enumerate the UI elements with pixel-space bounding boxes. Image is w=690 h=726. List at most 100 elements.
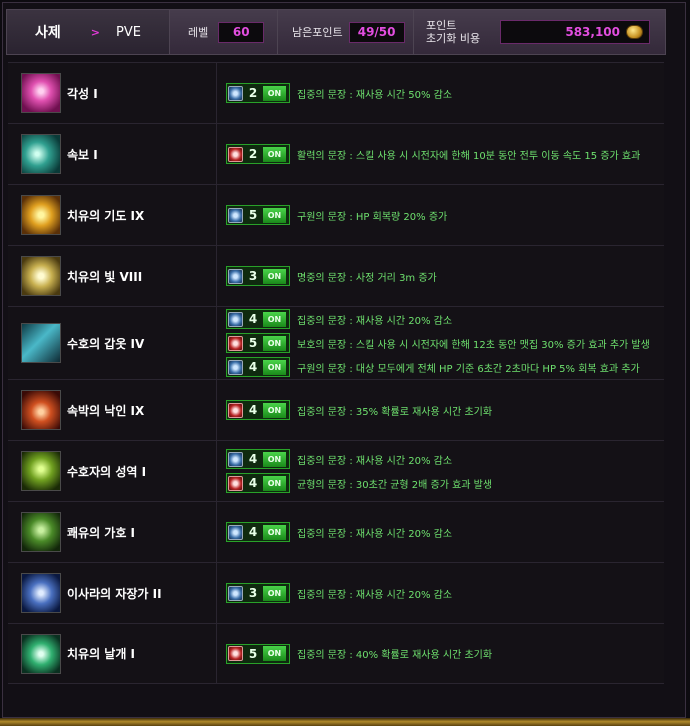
- glyph-on-badge: ON: [263, 524, 286, 540]
- blue-glyph-icon: [228, 585, 243, 601]
- glyph-level: 4: [248, 312, 258, 326]
- glyph-on-badge: ON: [263, 268, 286, 284]
- glyph-toggle-button[interactable]: 2 ON: [226, 144, 290, 164]
- red-glyph-icon: [228, 646, 243, 661]
- glyph-toggle-button[interactable]: 2 ON: [226, 83, 290, 103]
- glyph-level: 4: [248, 360, 258, 374]
- binding-mark-skill-icon[interactable]: [21, 390, 61, 430]
- healing-prayer-skill-icon[interactable]: [21, 195, 61, 235]
- glyph-description: 구원의 문장 : 대상 모두에게 전체 HP 기준 6초간 2초마다 HP 5%…: [297, 363, 640, 375]
- blue-glyph-icon: [228, 524, 243, 540]
- glyph-description: 집중의 문장 : 35% 확률로 재사용 시간 초기화: [297, 406, 493, 418]
- skill-cell: 이사라의 자장가 II: [8, 563, 217, 623]
- glyph-toggle-button[interactable]: 4 ON: [226, 357, 290, 377]
- class-name: 사제: [35, 25, 61, 41]
- mode-name: PVE: [115, 24, 141, 40]
- glyph-entry: 5 ON 구원의 문장 : HP 회복량 20% 증가: [226, 203, 664, 227]
- glyph-description: 집중의 문장 : 재사용 시간 20% 감소: [297, 589, 453, 601]
- skill-name: 치유의 빛 VIII: [67, 269, 143, 284]
- glyph-entry: 3 ON 집중의 문장 : 재사용 시간 20% 감소: [226, 581, 664, 605]
- skill-row: 치유의 빛 VIII 3 ON 명중의 문장 : 사정 거리 3m 증가: [8, 245, 664, 306]
- glyph-entry: 4 ON 균형의 문장 : 30초간 균형 2배 증가 효과 발생: [226, 471, 664, 495]
- red-glyph-icon: [228, 402, 243, 418]
- skill-cell: 수호의 갑옷 IV: [8, 307, 217, 379]
- skill-cell: 수호자의 성역 I: [8, 441, 217, 501]
- glyph-level: 2: [248, 86, 258, 100]
- level-value: 60: [218, 21, 265, 43]
- healing-light-skill-icon[interactable]: [21, 256, 61, 296]
- skill-cell: 각성 I: [8, 63, 217, 123]
- glyph-cell: 5 ON 집중의 문장 : 40% 확률로 재사용 시간 초기화: [217, 624, 664, 683]
- skill-list: 각성 I 2 ON 집중의 문장 : 재사용 시간 50% 감소 속보 I 2 ON 활력의 …: [8, 62, 664, 684]
- glyph-description: 집중의 문장 : 재사용 시간 50% 감소: [297, 89, 453, 101]
- guardian-armor-skill-icon[interactable]: [21, 323, 61, 363]
- glyph-cell: 3 ON 명중의 문장 : 사정 거리 3m 증가: [217, 246, 664, 306]
- glyph-entry: 4 ON 집중의 문장 : 35% 확률로 재사용 시간 초기화: [226, 398, 664, 422]
- blue-glyph-icon: [228, 359, 243, 375]
- reset-cost-section: 포인트 초기화 비용 583,100: [413, 10, 665, 54]
- haste-skill-icon[interactable]: [21, 134, 61, 174]
- glyph-entry: 3 ON 명중의 문장 : 사정 거리 3m 증가: [226, 264, 664, 288]
- skill-name: 속보 I: [67, 147, 98, 162]
- glyph-toggle-button[interactable]: 4 ON: [226, 400, 290, 420]
- reset-cost-value: 583,100: [565, 25, 620, 39]
- glyph-level: 5: [248, 208, 258, 222]
- red-glyph-icon: [228, 335, 243, 351]
- glyph-description: 균형의 문장 : 30초간 균형 2배 증가 효과 발생: [297, 479, 493, 491]
- glyph-toggle-button[interactable]: 4 ON: [226, 309, 290, 329]
- gold-coin-icon: [626, 25, 643, 39]
- glyph-toggle-button[interactable]: 5 ON: [226, 643, 290, 664]
- skill-name: 이사라의 자장가 II: [67, 586, 162, 601]
- glyph-toggle-button[interactable]: 4 ON: [226, 449, 290, 469]
- glyph-level: 2: [248, 147, 258, 161]
- blue-glyph-icon: [228, 451, 243, 467]
- bottom-border: [0, 718, 690, 726]
- class-breadcrumb[interactable]: 사제 > PVE: [7, 10, 169, 54]
- skill-cell: 치유의 날개 I: [8, 624, 217, 683]
- glyph-description: 집중의 문장 : 재사용 시간 20% 감소: [297, 315, 453, 327]
- skill-name: 쾌유의 가호 I: [67, 525, 136, 540]
- glyph-cell: 2 ON 활력의 문장 : 스킬 사용 시 시전자에 한해 10분 동안 전투 이동…: [217, 124, 664, 184]
- lullaby-skill-icon[interactable]: [21, 573, 61, 613]
- skill-cell: 속박의 낙인 IX: [8, 380, 217, 440]
- glyph-cell: 4 ON 집중의 문장 : 재사용 시간 20% 감소: [217, 502, 664, 562]
- glyph-on-badge: ON: [263, 146, 286, 162]
- skill-cell: 속보 I: [8, 124, 217, 184]
- recovery-blessing-skill-icon[interactable]: [21, 512, 61, 552]
- glyph-entry: 4 ON 구원의 문장 : 대상 모두에게 전체 HP 기준 6초간 2초마다 HP…: [226, 355, 664, 379]
- glyph-toggle-button[interactable]: 5 ON: [226, 205, 290, 225]
- glyph-toggle-button[interactable]: 4 ON: [226, 522, 290, 542]
- glyph-cell: 4 ON 집중의 문장 : 재사용 시간 20% 감소 5 ON 보호의 문장 : 스킬 …: [217, 307, 664, 379]
- glyph-toggle-button[interactable]: 3 ON: [226, 266, 290, 286]
- glyph-entry: 4 ON 집중의 문장 : 재사용 시간 20% 감소: [226, 520, 664, 544]
- healing-wings-skill-icon[interactable]: [21, 633, 61, 674]
- blue-glyph-icon: [228, 311, 243, 327]
- skill-row: 쾌유의 가호 I 4 ON 집중의 문장 : 재사용 시간 20% 감소: [8, 501, 664, 562]
- glyph-on-badge: ON: [263, 451, 286, 467]
- glyph-on-badge: ON: [263, 311, 286, 327]
- glyph-cell: 4 ON 집중의 문장 : 35% 확률로 재사용 시간 초기화: [217, 380, 664, 440]
- glyph-toggle-button[interactable]: 3 ON: [226, 583, 290, 603]
- glyph-level: 4: [248, 403, 258, 417]
- points-label: 남은포인트: [292, 26, 343, 39]
- glyph-cell: 2 ON 집중의 문장 : 재사용 시간 50% 감소: [217, 63, 664, 123]
- glyph-cell: 5 ON 구원의 문장 : HP 회복량 20% 증가: [217, 185, 664, 245]
- glyph-entry: 2 ON 활력의 문장 : 스킬 사용 시 시전자에 한해 10분 동안 전투 이동…: [226, 142, 664, 166]
- skill-row: 속보 I 2 ON 활력의 문장 : 스킬 사용 시 시전자에 한해 10분 동안 전…: [8, 123, 664, 184]
- level-section: 레벨 60: [169, 10, 277, 54]
- glyph-toggle-button[interactable]: 4 ON: [226, 473, 290, 493]
- glyph-entry: 4 ON 집중의 문장 : 재사용 시간 20% 감소: [226, 307, 664, 331]
- blue-glyph-icon: [228, 207, 243, 223]
- skill-row: 이사라의 자장가 II 3 ON 집중의 문장 : 재사용 시간 20% 감소: [8, 562, 664, 623]
- guardian-sanctuary-skill-icon[interactable]: [21, 451, 61, 491]
- glyph-toggle-button[interactable]: 5 ON: [226, 333, 290, 353]
- glyph-level: 5: [248, 646, 258, 661]
- glyph-entry: 2 ON 집중의 문장 : 재사용 시간 50% 감소: [226, 81, 664, 105]
- awakening-skill-icon[interactable]: [21, 73, 61, 113]
- glyph-on-badge: ON: [263, 585, 286, 601]
- glyph-level: 5: [248, 336, 258, 350]
- blue-glyph-icon: [228, 268, 243, 284]
- reset-cost-value-box: 583,100: [500, 20, 650, 44]
- glyph-description: 집중의 문장 : 40% 확률로 재사용 시간 초기화: [297, 650, 493, 661]
- skill-name: 각성 I: [67, 86, 98, 101]
